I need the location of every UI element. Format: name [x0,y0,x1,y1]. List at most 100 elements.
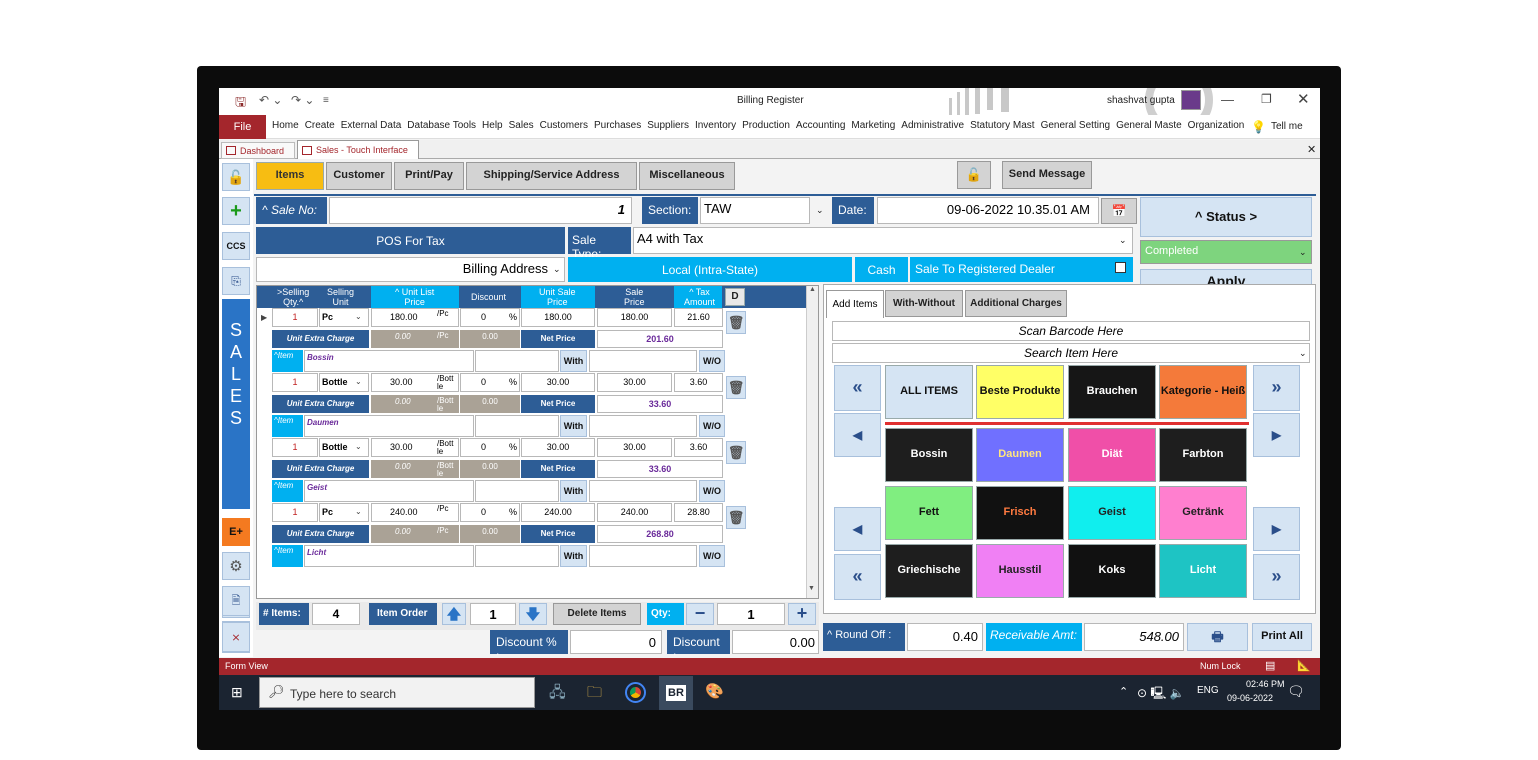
product-tile-8[interactable]: Griechische [885,544,973,598]
wo-note-field[interactable] [589,350,697,372]
scan-barcode-input[interactable]: Scan Barcode Here [832,321,1310,341]
qty-cell[interactable]: 1 [272,438,318,457]
send-message-button[interactable]: Send Message [1002,161,1092,189]
windows-start-icon[interactable]: ⊞ [231,684,243,701]
clear-filter-icon[interactable]: ⨯ [222,622,250,652]
file-tab[interactable]: File [219,115,266,139]
ribbon-tab-15[interactable]: General Setting [1038,120,1114,131]
ribbon-tab-7[interactable]: Purchases [591,120,644,131]
ribbon-tab-6[interactable]: Customers [537,120,591,131]
chevron-down-icon[interactable]: ⌄ [355,377,362,386]
ribbon-tab-3[interactable]: Database Tools [404,120,479,131]
trash-icon[interactable]: 🗑 [726,311,746,334]
product-tile-6[interactable]: Geist [1068,486,1156,540]
d-button[interactable]: D [725,288,745,306]
with-note-field[interactable] [475,545,559,567]
item-order-field[interactable]: 1 [470,603,516,625]
chevron-down-icon[interactable]: ⌄ [355,312,362,321]
trash-icon[interactable]: 🗑 [726,441,746,464]
first-page-icon[interactable]: « [834,365,881,411]
printer-icon[interactable]: 🖶 [1187,623,1248,651]
billing-address[interactable]: Billing Address [256,257,565,282]
undo-icon[interactable]: ↶ ⌄ [259,93,282,107]
product-tile-9[interactable]: Hausstil [976,544,1064,598]
copy-icon[interactable]: ⎘ [222,267,250,295]
next-category-icon[interactable]: ▶ [1253,413,1300,457]
next-product-icon[interactable]: ▶ [1253,507,1300,551]
ribbon-tab-8[interactable]: Suppliers [644,120,692,131]
unit-sale-cell[interactable]: 30.00 [521,438,595,457]
chrome-icon[interactable] [625,682,646,703]
prev-category-icon[interactable]: ◀ [834,413,881,457]
scroll-down-icon[interactable]: ▼ [808,585,815,592]
tray-chevron-icon[interactable]: ⌃ [1119,685,1128,698]
product-tile-11[interactable]: Licht [1159,544,1247,598]
product-tile-1[interactable]: Daumen [976,428,1064,482]
chevron-down-icon[interactable]: ⌄ [355,442,362,451]
unit-sale-cell[interactable]: 240.00 [521,503,595,522]
product-tile-2[interactable]: Diät [1068,428,1156,482]
tax-cell[interactable]: 3.60 [674,438,723,457]
ribbon-tab-2[interactable]: External Data [338,120,405,131]
tab-dashboard[interactable]: Dashboard [221,142,295,159]
section-select[interactable]: TAW [700,197,810,224]
chevron-down-icon[interactable]: ⌄ [816,205,824,216]
extra-discount-cell[interactable]: 0.00 [460,395,520,413]
wo-button[interactable]: W/O [699,480,725,502]
product-tile-0[interactable]: Bossin [885,428,973,482]
arrow-up-icon[interactable]: 🡅 [442,603,466,625]
tab-customer[interactable]: Customer [326,162,392,190]
tab-miscellaneous[interactable]: Miscellaneous [639,162,735,190]
eplus-button[interactable]: E+ [222,518,250,546]
status-button[interactable]: ^ Status > [1140,197,1312,237]
tax-cell[interactable]: 3.60 [674,373,723,392]
with-button[interactable]: With [560,350,587,372]
status-select[interactable]: Completed [1140,240,1312,264]
ribbon-tab-12[interactable]: Marketing [848,120,898,131]
category-tile-0[interactable]: ALL ITEMS [885,365,973,419]
ribbon-tab-1[interactable]: Create [302,120,338,131]
category-tile-1[interactable]: Beste Produkte [976,365,1064,419]
unit-sale-cell[interactable]: 180.00 [521,308,595,327]
item-name[interactable]: Licht [304,545,474,567]
customize-icon[interactable]: ≡ [323,95,329,106]
round-off-field[interactable]: 0.40 [907,623,983,651]
ribbon-tab-11[interactable]: Accounting [793,120,848,131]
product-tile-3[interactable]: Farbton [1159,428,1247,482]
billing-register-app[interactable]: BR [659,676,693,710]
category-tile-2[interactable]: Brauchen [1068,365,1156,419]
qty-cell[interactable]: 1 [272,373,318,392]
with-note-field[interactable] [475,350,559,372]
extra-discount-cell[interactable]: 0.00 [460,460,520,478]
with-button[interactable]: With [560,480,587,502]
wo-note-field[interactable] [589,480,697,502]
minus-icon[interactable]: − [686,603,714,625]
ribbon-tab-5[interactable]: Sales [506,120,537,131]
ribbon-tab-9[interactable]: Inventory [692,120,739,131]
product-tile-7[interactable]: Getränk [1159,486,1247,540]
grid-scrollbar[interactable]: ▲ [806,286,818,598]
scroll-up-icon[interactable]: ▲ [807,286,818,293]
unlock-icon[interactable]: 🔓 [222,163,250,191]
first-product-page-icon[interactable]: « [834,554,881,600]
design-view-icon[interactable]: 📐 [1297,659,1311,672]
sale-price-cell[interactable]: 30.00 [597,373,672,392]
close-icon[interactable]: ✕ [1297,90,1310,108]
tab-print-pay[interactable]: Print/Pay [394,162,464,190]
chevron-down-icon[interactable]: ⌄ [355,507,362,516]
restore-icon[interactable]: ❐ [1261,92,1272,106]
local-intra-state[interactable]: Local (Intra-State) [568,257,852,282]
add-icon[interactable]: + [222,197,250,225]
discount-pct-field[interactable]: 0 [570,630,662,654]
close-form-icon[interactable]: ✕ [1307,143,1316,156]
tab-sales-touch[interactable]: Sales - Touch Interface [297,140,419,159]
qty-field[interactable]: 1 [717,603,785,625]
sale-price-cell[interactable]: 240.00 [597,503,672,522]
wo-note-field[interactable] [589,415,697,437]
taskbar-search[interactable]: 🔎︎ Type here to search [259,677,535,708]
category-tile-3[interactable]: Kategorie - Heiß [1159,365,1247,419]
ribbon-tab-13[interactable]: Administrative [898,120,967,131]
tax-cell[interactable]: 21.60 [674,308,723,327]
with-note-field[interactable] [475,480,559,502]
delete-items-button[interactable]: Delete Items [553,603,641,625]
